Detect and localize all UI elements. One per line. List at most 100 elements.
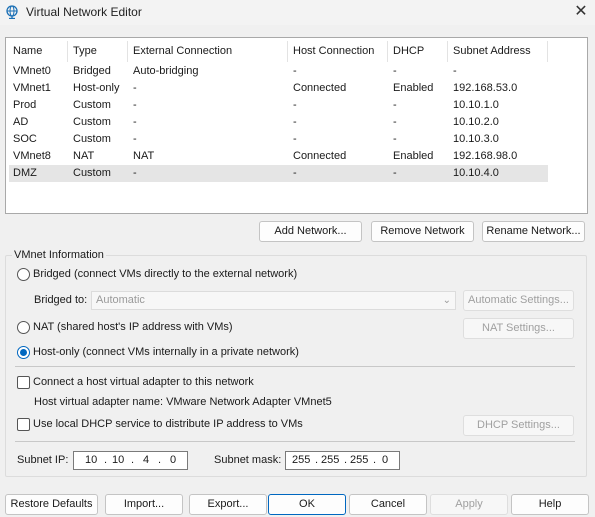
- cell-host: -: [293, 99, 297, 111]
- bridged-to-value: Automatic: [96, 294, 145, 306]
- nat-settings-button[interactable]: NAT Settings...: [463, 318, 574, 339]
- cell-name: VMnet1: [13, 82, 51, 94]
- bridged-to-select[interactable]: Automatic ⌄: [91, 291, 456, 310]
- ip-octet: 4: [143, 454, 150, 466]
- cell-host: Connected: [293, 82, 347, 94]
- column-header-host-connection[interactable]: Host Connection: [293, 43, 374, 60]
- cell-external: -: [133, 133, 137, 145]
- dhcp-label[interactable]: Use local DHCP service to distribute IP …: [33, 417, 303, 432]
- cell-dhcp: -: [393, 116, 397, 128]
- cell-dhcp: Enabled: [393, 150, 434, 162]
- bridged-label[interactable]: Bridged (connect VMs directly to the ext…: [33, 267, 297, 282]
- cell-type: Custom: [73, 99, 111, 111]
- cell-host: -: [293, 65, 297, 77]
- cell-type: Bridged: [73, 65, 111, 77]
- column-header-dhcp[interactable]: DHCP: [393, 43, 424, 60]
- connect-adapter-label[interactable]: Connect a host virtual adapter to this n…: [33, 375, 254, 390]
- host-only-label[interactable]: Host-only (connect VMs internally in a p…: [33, 345, 299, 360]
- import-button[interactable]: Import...: [105, 494, 183, 515]
- nat-label[interactable]: NAT (shared host's IP address with VMs): [33, 320, 233, 335]
- cell-subnet: 10.10.4.0: [453, 167, 499, 179]
- export-button[interactable]: Export...: [189, 494, 267, 515]
- cell-subnet: 10.10.3.0: [453, 133, 499, 145]
- bridged-to-label: Bridged to:: [34, 294, 88, 306]
- chevron-down-icon: ⌄: [442, 295, 451, 306]
- add-network-button[interactable]: Add Network...: [259, 221, 362, 242]
- close-icon[interactable]: ✕: [570, 3, 592, 21]
- subnet-ip-label: Subnet IP:: [17, 454, 69, 466]
- automatic-settings-button[interactable]: Automatic Settings...: [463, 290, 574, 311]
- vmnet-information-label: VMnet Information: [12, 249, 106, 261]
- divider: [15, 366, 575, 367]
- cell-host: -: [293, 167, 297, 179]
- table-row[interactable]: VMnet8 NAT NAT Connected Enabled 192.168…: [9, 148, 548, 165]
- title-bar: Virtual Network Editor ✕: [0, 0, 595, 25]
- table-row[interactable]: VMnet1 Host-only - Connected Enabled 192…: [9, 80, 548, 97]
- mask-octet: 255: [350, 454, 369, 466]
- column-header-type[interactable]: Type: [73, 43, 97, 60]
- table-row-selected[interactable]: DMZ Custom - - - 10.10.4.0: [9, 165, 548, 182]
- cell-type: NAT: [73, 150, 95, 162]
- cell-dhcp: -: [393, 65, 397, 77]
- cancel-button[interactable]: Cancel: [349, 494, 427, 515]
- cell-subnet: 10.10.2.0: [453, 116, 499, 128]
- cell-type: Custom: [73, 167, 111, 179]
- column-header-external-connection[interactable]: External Connection: [133, 43, 232, 60]
- cell-external: -: [133, 82, 137, 94]
- ip-octet: 10: [112, 454, 125, 466]
- table-row[interactable]: SOC Custom - - - 10.10.3.0: [9, 131, 548, 148]
- cell-type: Host-only: [73, 82, 120, 94]
- cell-host: -: [293, 133, 297, 145]
- cell-external: -: [133, 167, 137, 179]
- cell-name: AD: [13, 116, 29, 128]
- bridged-radio[interactable]: [17, 268, 30, 281]
- table-row[interactable]: AD Custom - - - 10.10.2.0: [9, 114, 548, 131]
- globe-icon: [6, 5, 18, 19]
- host-only-radio[interactable]: [17, 346, 30, 359]
- mask-octet: 255: [292, 454, 311, 466]
- apply-button[interactable]: Apply: [430, 494, 508, 515]
- cell-name: VMnet0: [13, 65, 51, 77]
- restore-defaults-button[interactable]: Restore Defaults: [5, 494, 98, 515]
- remove-network-button[interactable]: Remove Network: [371, 221, 474, 242]
- ip-octet: 0: [170, 454, 177, 466]
- cell-type: Custom: [73, 133, 111, 145]
- connect-adapter-checkbox[interactable]: [17, 376, 30, 389]
- dhcp-settings-button[interactable]: DHCP Settings...: [463, 415, 574, 436]
- cell-dhcp: -: [393, 133, 397, 145]
- cell-external: Auto-bridging: [133, 65, 199, 77]
- divider: [15, 441, 575, 442]
- table-row[interactable]: Prod Custom - - - 10.10.1.0: [9, 97, 548, 114]
- cell-dhcp: -: [393, 167, 397, 179]
- network-table[interactable]: Name Type External Connection Host Conne…: [5, 37, 588, 214]
- rename-network-button[interactable]: Rename Network...: [482, 221, 585, 242]
- mask-octet: 255: [321, 454, 340, 466]
- column-header-name[interactable]: Name: [13, 43, 42, 60]
- subnet-mask-field[interactable]: 255 . 255 . 255 . 0: [285, 451, 400, 470]
- cell-name: VMnet8: [13, 150, 51, 162]
- cell-type: Custom: [73, 116, 111, 128]
- cell-subnet: -: [453, 65, 457, 77]
- dhcp-checkbox[interactable]: [17, 418, 30, 431]
- ip-octet: 10: [85, 454, 98, 466]
- cell-host: -: [293, 116, 297, 128]
- nat-radio[interactable]: [17, 321, 30, 334]
- cell-host: Connected: [293, 150, 347, 162]
- mask-octet: 0: [382, 454, 389, 466]
- cell-name: Prod: [13, 99, 37, 111]
- adapter-name-label: Host virtual adapter name: VMware Networ…: [34, 396, 332, 408]
- cell-subnet: 192.168.98.0: [453, 150, 518, 162]
- window-title: Virtual Network Editor: [26, 5, 142, 19]
- cell-name: DMZ: [13, 167, 37, 179]
- ok-button[interactable]: OK: [268, 494, 346, 515]
- help-button[interactable]: Help: [511, 494, 589, 515]
- subnet-ip-field[interactable]: 10 . 10 . 4 . 0: [73, 451, 188, 470]
- table-row[interactable]: VMnet0 Bridged Auto-bridging - - -: [9, 63, 548, 80]
- cell-external: NAT: [133, 150, 155, 162]
- cell-external: -: [133, 116, 137, 128]
- cell-subnet: 192.168.53.0: [453, 82, 518, 94]
- cell-name: SOC: [13, 133, 37, 145]
- cell-dhcp: -: [393, 99, 397, 111]
- cell-dhcp: Enabled: [393, 82, 434, 94]
- column-header-subnet-address[interactable]: Subnet Address: [453, 43, 531, 60]
